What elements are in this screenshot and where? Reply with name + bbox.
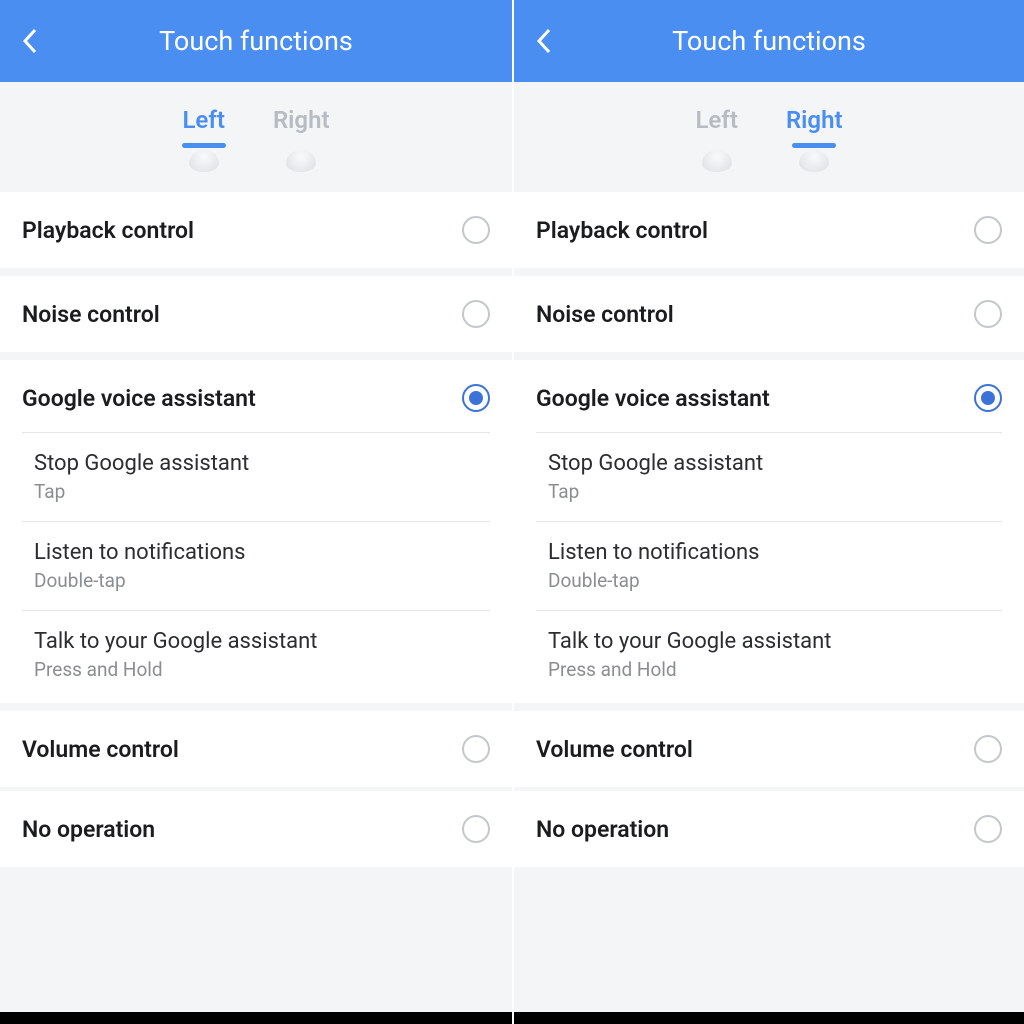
- radio-icon[interactable]: [974, 384, 1002, 412]
- panel-right: Touch functions Left Right Playback cont…: [512, 0, 1024, 1024]
- tab-right-label: Right: [273, 106, 330, 134]
- option-label: Playback control: [22, 217, 194, 244]
- tab-right[interactable]: Right: [786, 106, 843, 148]
- option-assistant-section: Google voice assistant Stop Google assis…: [514, 360, 1024, 703]
- tab-right-label: Right: [786, 106, 843, 134]
- option-label: Noise control: [22, 301, 160, 328]
- sub-item-stop[interactable]: Stop Google assistant Tap: [22, 433, 490, 522]
- tab-left[interactable]: Left: [182, 106, 224, 148]
- tabs: Left Right: [0, 82, 512, 192]
- sub-item-title: Talk to your Google assistant: [548, 629, 1002, 654]
- option-none[interactable]: No operation: [0, 791, 512, 867]
- option-label: No operation: [536, 816, 669, 843]
- sub-item-title: Listen to notifications: [548, 540, 1002, 565]
- option-label: Volume control: [22, 736, 179, 763]
- option-playback[interactable]: Playback control: [0, 192, 512, 268]
- sub-item-title: Talk to your Google assistant: [34, 629, 490, 654]
- option-assistant-section: Google voice assistant Stop Google assis…: [0, 360, 512, 703]
- page-title: Touch functions: [0, 25, 512, 57]
- radio-icon[interactable]: [462, 384, 490, 412]
- tab-left-label: Left: [695, 106, 737, 134]
- earbud-right-icon: [286, 150, 316, 172]
- bottom-bar: [0, 1012, 512, 1024]
- option-assistant[interactable]: Google voice assistant: [22, 360, 490, 433]
- header: Touch functions: [0, 0, 512, 82]
- option-playback[interactable]: Playback control: [514, 192, 1024, 268]
- back-button[interactable]: [528, 25, 560, 57]
- radio-icon[interactable]: [462, 735, 490, 763]
- earbud-right-icon: [799, 150, 829, 172]
- sub-item-gesture: Press and Hold: [34, 658, 490, 681]
- sub-item-gesture: Tap: [34, 480, 490, 503]
- radio-icon[interactable]: [974, 815, 1002, 843]
- option-none[interactable]: No operation: [514, 791, 1024, 867]
- option-noise[interactable]: Noise control: [0, 276, 512, 352]
- options-list: Playback control Noise control Google vo…: [0, 192, 512, 1012]
- radio-icon[interactable]: [462, 300, 490, 328]
- sub-item-gesture: Tap: [548, 480, 1002, 503]
- option-label: Volume control: [536, 736, 693, 763]
- option-label: Playback control: [536, 217, 708, 244]
- sub-item-listen[interactable]: Listen to notifications Double-tap: [22, 522, 490, 611]
- option-volume[interactable]: Volume control: [514, 711, 1024, 787]
- tab-left-label: Left: [182, 106, 224, 134]
- radio-icon[interactable]: [974, 300, 1002, 328]
- tabs: Left Right: [514, 82, 1024, 192]
- earbud-left-icon: [189, 150, 219, 172]
- back-button[interactable]: [14, 25, 46, 57]
- earbud-left-icon: [702, 150, 732, 172]
- option-label: No operation: [22, 816, 155, 843]
- sub-item-gesture: Press and Hold: [548, 658, 1002, 681]
- page-title: Touch functions: [514, 25, 1024, 57]
- chevron-left-icon: [21, 27, 39, 55]
- sub-item-title: Listen to notifications: [34, 540, 490, 565]
- sub-item-talk[interactable]: Talk to your Google assistant Press and …: [22, 611, 490, 703]
- option-label: Google voice assistant: [536, 385, 770, 412]
- options-list: Playback control Noise control Google vo…: [514, 192, 1024, 1012]
- radio-icon[interactable]: [974, 216, 1002, 244]
- sub-item-title: Stop Google assistant: [548, 451, 1002, 476]
- tab-left[interactable]: Left: [695, 106, 737, 148]
- option-label: Noise control: [536, 301, 674, 328]
- sub-item-talk[interactable]: Talk to your Google assistant Press and …: [536, 611, 1002, 703]
- bottom-bar: [514, 1012, 1024, 1024]
- sub-item-stop[interactable]: Stop Google assistant Tap: [536, 433, 1002, 522]
- option-volume[interactable]: Volume control: [0, 711, 512, 787]
- radio-icon[interactable]: [462, 216, 490, 244]
- option-noise[interactable]: Noise control: [514, 276, 1024, 352]
- header: Touch functions: [514, 0, 1024, 82]
- sub-item-title: Stop Google assistant: [34, 451, 490, 476]
- chevron-left-icon: [535, 27, 553, 55]
- option-assistant[interactable]: Google voice assistant: [536, 360, 1002, 433]
- sub-item-listen[interactable]: Listen to notifications Double-tap: [536, 522, 1002, 611]
- sub-item-gesture: Double-tap: [548, 569, 1002, 592]
- panel-left: Touch functions Left Right Playback cont…: [0, 0, 512, 1024]
- tab-right[interactable]: Right: [273, 106, 330, 148]
- radio-icon[interactable]: [462, 815, 490, 843]
- sub-item-gesture: Double-tap: [34, 569, 490, 592]
- option-label: Google voice assistant: [22, 385, 256, 412]
- radio-icon[interactable]: [974, 735, 1002, 763]
